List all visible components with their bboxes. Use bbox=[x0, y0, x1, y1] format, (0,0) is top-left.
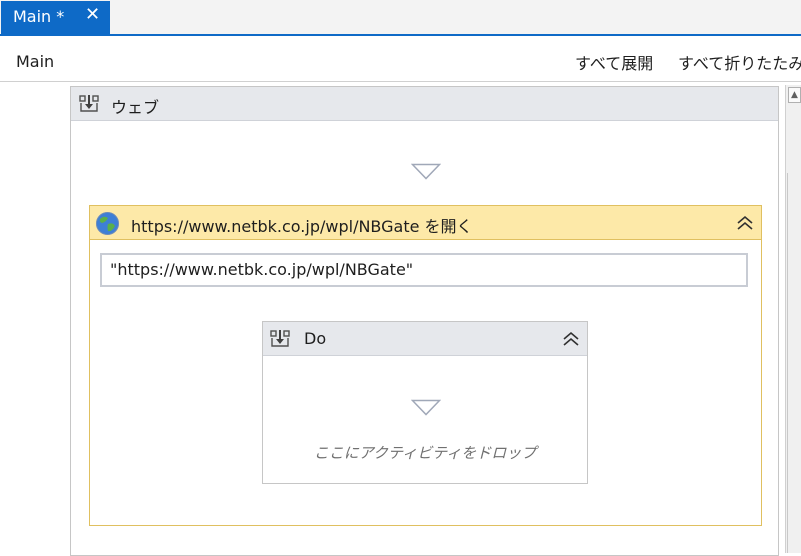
collapse-all-button[interactable]: すべて折りたたみ bbox=[678, 50, 801, 74]
collapse-chevron-icon[interactable] bbox=[736, 214, 754, 232]
open-browser-title: https://www.netbk.co.jp/wpl/NBGate を開く bbox=[131, 217, 473, 236]
sequence-icon bbox=[79, 95, 99, 112]
url-input-value: "https://www.netbk.co.jp/wpl/NBGate" bbox=[110, 260, 414, 279]
tab-main-label: Main * bbox=[13, 7, 65, 26]
open-browser-header[interactable]: https://www.netbk.co.jp/wpl/NBGate を開く bbox=[90, 206, 761, 240]
scrollbar-track[interactable] bbox=[787, 173, 801, 553]
do-title: Do bbox=[304, 329, 327, 348]
expand-all-button[interactable]: すべて展開 bbox=[575, 50, 653, 74]
url-input[interactable]: "https://www.netbk.co.jp/wpl/NBGate" bbox=[100, 253, 748, 287]
sequence-icon bbox=[270, 330, 290, 347]
drop-target-arrow-icon[interactable] bbox=[411, 399, 441, 416]
sequence-header[interactable]: ウェブ bbox=[71, 87, 778, 121]
designer-header: Main すべて展開 すべて折りたたみ bbox=[0, 36, 801, 82]
scroll-up-icon[interactable]: ▲ bbox=[788, 87, 801, 103]
globe-icon bbox=[96, 212, 119, 235]
tab-main[interactable]: Main * ✕ bbox=[1, 1, 110, 34]
drop-hint-text: ここにアクティビティをドロップ bbox=[313, 444, 537, 462]
sequence-title: ウェブ bbox=[111, 98, 160, 117]
vertical-scrollbar[interactable]: ▲ bbox=[785, 85, 801, 553]
document-tab-strip: Main * ✕ bbox=[0, 0, 801, 36]
drop-target-arrow-icon[interactable] bbox=[411, 163, 441, 180]
do-header[interactable]: Do bbox=[263, 322, 587, 356]
collapse-chevron-icon[interactable] bbox=[562, 330, 580, 348]
breadcrumb[interactable]: Main bbox=[16, 52, 54, 71]
close-icon[interactable]: ✕ bbox=[85, 5, 100, 25]
